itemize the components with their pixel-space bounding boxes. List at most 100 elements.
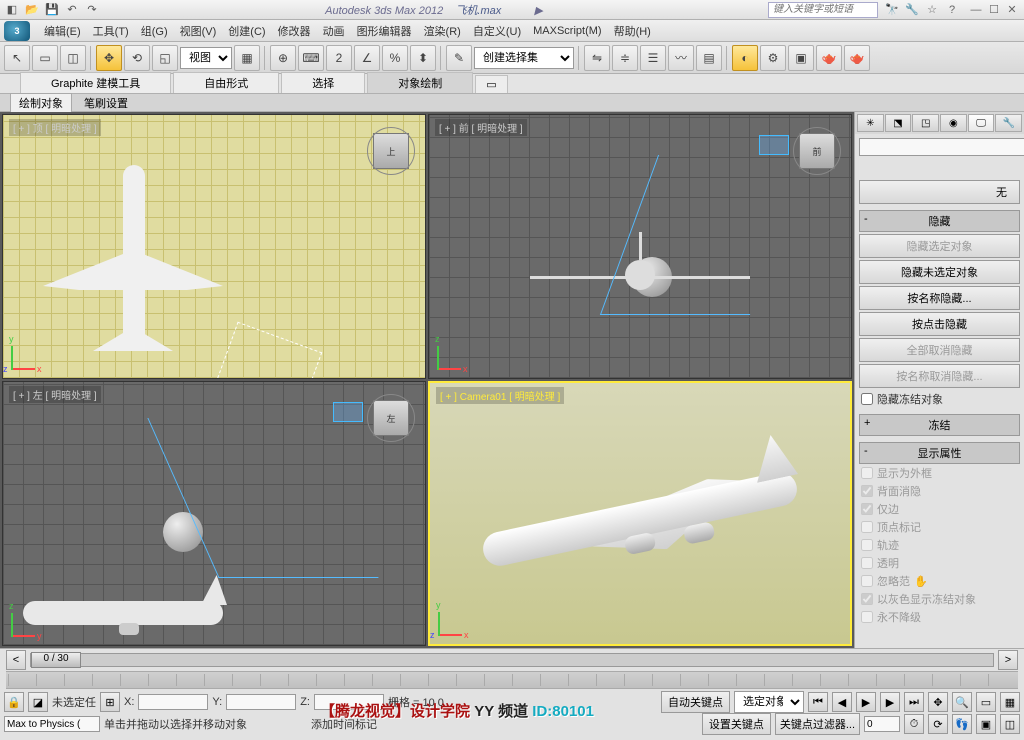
hide-frozen-checkbox[interactable]: 隐藏冻结对象 [859, 390, 1020, 408]
object-name-field[interactable] [859, 138, 1024, 156]
nav-fov-icon[interactable]: ▭ [976, 692, 996, 712]
command-panel-body[interactable]: 移除 无 -隐藏 隐藏选定对象 隐藏未选定对象 按名称隐藏... 按点击隐藏 全… [855, 134, 1024, 648]
disp-grayfrozen-checkbox[interactable]: 以灰色显示冻结对象 [859, 590, 1020, 608]
named-selection-dropdown[interactable]: 创建选择集 [474, 47, 574, 69]
keymode-dropdown[interactable]: 选定对象 [734, 691, 804, 713]
viewport-label[interactable]: [ + ] Camera01 [ 明暗处理 ] [436, 387, 564, 404]
nav-maximize-icon[interactable]: ▣ [976, 714, 996, 734]
timeline-prev-icon[interactable]: < [6, 650, 26, 670]
tab-display-icon[interactable]: 🖵 [968, 114, 995, 132]
select-rotate-icon[interactable]: ⟲ [124, 45, 150, 71]
tab-modify-icon[interactable]: ⬔ [885, 114, 912, 132]
select-scale-icon[interactable]: ◱ [152, 45, 178, 71]
prev-frame-icon[interactable]: ◀ [832, 692, 852, 712]
menu-tools[interactable]: 工具(T) [87, 21, 135, 41]
goto-start-icon[interactable]: ⏮ [808, 692, 828, 712]
menu-help[interactable]: 帮助(H) [608, 21, 657, 41]
panel-paint-objects[interactable]: 绘制对象 [10, 93, 72, 113]
nav-zoomall-icon[interactable]: ▦ [1000, 692, 1020, 712]
layers-icon[interactable]: ☰ [640, 45, 666, 71]
disp-backface-checkbox[interactable]: 背面消隐 [859, 482, 1020, 500]
keyboard-shortcut-icon[interactable]: ⌨ [298, 45, 324, 71]
help-search-input[interactable] [768, 2, 878, 18]
disp-trajectory-checkbox[interactable]: 轨迹 [859, 536, 1020, 554]
viewport-left[interactable]: [ + ] 左 [ 明暗处理 ] 左 yz [2, 381, 426, 646]
goto-end-icon[interactable]: ⏭ [904, 692, 924, 712]
viewport-label[interactable]: [ + ] 顶 [ 明暗处理 ] [9, 119, 101, 136]
keyfilters-button[interactable]: 关键点过滤器... [775, 713, 860, 735]
minimize-icon[interactable]: — [968, 2, 984, 18]
menu-create[interactable]: 创建(C) [222, 21, 271, 41]
key-icon[interactable]: 🔧 [904, 2, 920, 18]
menu-modifiers[interactable]: 修改器 [272, 21, 317, 41]
isolate-icon[interactable]: ◪ [28, 692, 48, 712]
render-production-icon[interactable]: 🫖 [816, 45, 842, 71]
refcoord-dropdown[interactable]: 视图 [180, 47, 232, 69]
track-bar[interactable] [6, 671, 1018, 689]
open-icon[interactable]: 📂 [24, 2, 40, 18]
tab-utilities-icon[interactable]: 🔧 [995, 114, 1022, 132]
disp-edgesonly-checkbox[interactable]: 仅边 [859, 500, 1020, 518]
render-setup-icon[interactable]: ⚙ [760, 45, 786, 71]
snaps-toggle-2d-icon[interactable]: 2 [326, 45, 352, 71]
render-iterative-icon[interactable]: 🫖 [844, 45, 870, 71]
time-slider[interactable]: < 0 / 30 > [0, 649, 1024, 671]
tab-freeform[interactable]: 自由形式 [173, 72, 279, 93]
application-button[interactable]: 3 [4, 21, 30, 41]
hide-selected-button[interactable]: 隐藏选定对象 [859, 234, 1020, 258]
viewport-top[interactable]: [ + ] 顶 [ 明暗处理 ] 上 xyz [2, 114, 426, 379]
viewport-label[interactable]: [ + ] 左 [ 明暗处理 ] [9, 386, 101, 403]
y-coord-input[interactable] [226, 694, 296, 710]
viewcube[interactable]: 前 [793, 127, 841, 175]
window-crossing-icon[interactable]: ◫ [60, 45, 86, 71]
select-move-icon[interactable]: ✥ [96, 45, 122, 71]
next-frame-icon[interactable]: ▶ [880, 692, 900, 712]
viewport-front[interactable]: [ + ] 前 [ 明暗处理 ] 前 xz [428, 114, 852, 379]
menu-customize[interactable]: 自定义(U) [467, 21, 527, 41]
menu-grapheditors[interactable]: 图形编辑器 [351, 21, 418, 41]
disp-neverdegrade-checkbox[interactable]: 永不降级 [859, 608, 1020, 626]
spinner-snap-icon[interactable]: ⬍ [410, 45, 436, 71]
rollout-hide[interactable]: -隐藏 [859, 210, 1020, 232]
viewcube[interactable]: 左 [367, 394, 415, 442]
ribbon-collapse-button[interactable]: ▭ [475, 75, 507, 93]
unhide-by-name-button[interactable]: 按名称取消隐藏... [859, 364, 1020, 388]
maximize-icon[interactable]: ☐ [986, 2, 1002, 18]
save-icon[interactable]: 💾 [44, 2, 60, 18]
close-icon[interactable]: ✕ [1004, 2, 1020, 18]
select-manipulate-icon[interactable]: ⊕ [270, 45, 296, 71]
none-button[interactable]: 无 [859, 180, 1020, 204]
align-icon[interactable]: ≑ [612, 45, 638, 71]
select-link-icon[interactable]: ↖ [4, 45, 30, 71]
nav-pan-icon[interactable]: ✥ [928, 692, 948, 712]
help-icon[interactable]: ? [944, 2, 960, 18]
current-frame-input[interactable] [864, 716, 900, 732]
star-icon[interactable]: ☆ [924, 2, 940, 18]
tab-graphite[interactable]: Graphite 建模工具 [20, 72, 171, 93]
time-slider-track[interactable]: 0 / 30 [30, 653, 994, 667]
viewport-camera[interactable]: [ + ] Camera01 [ 明暗处理 ] xyz [428, 381, 852, 646]
script-listener-input[interactable] [4, 716, 100, 732]
hide-by-name-button[interactable]: 按名称隐藏... [859, 286, 1020, 310]
lock-selection-icon[interactable]: 🔒 [4, 692, 24, 712]
disp-seethrough-checkbox[interactable]: 透明 [859, 554, 1020, 572]
tab-object-paint[interactable]: 对象绘制 [367, 72, 473, 93]
nav-zoom-icon[interactable]: 🔍 [952, 692, 972, 712]
nav-orbit-icon[interactable]: ⟳ [928, 714, 948, 734]
menu-animation[interactable]: 动画 [317, 21, 351, 41]
menu-group[interactable]: 组(G) [135, 21, 174, 41]
rollout-display-props[interactable]: -显示属性 [859, 442, 1020, 464]
abs-rel-icon[interactable]: ⊞ [100, 692, 120, 712]
timeline-next-icon[interactable]: > [998, 650, 1018, 670]
disp-wireframe-checkbox[interactable]: 显示为外框 [859, 464, 1020, 482]
mirror-icon[interactable]: ⇋ [584, 45, 610, 71]
viewcube[interactable]: 上 [367, 127, 415, 175]
curve-editor-icon[interactable]: 〰 [668, 45, 694, 71]
use-center-icon[interactable]: ▦ [234, 45, 260, 71]
nav-walk-icon[interactable]: 👣 [952, 714, 972, 734]
menu-rendering[interactable]: 渲染(R) [418, 21, 467, 41]
redo-icon[interactable]: ↷ [84, 2, 100, 18]
x-coord-input[interactable] [138, 694, 208, 710]
selection-region-icon[interactable]: ▭ [32, 45, 58, 71]
binoculars-icon[interactable]: 🔭 [884, 2, 900, 18]
